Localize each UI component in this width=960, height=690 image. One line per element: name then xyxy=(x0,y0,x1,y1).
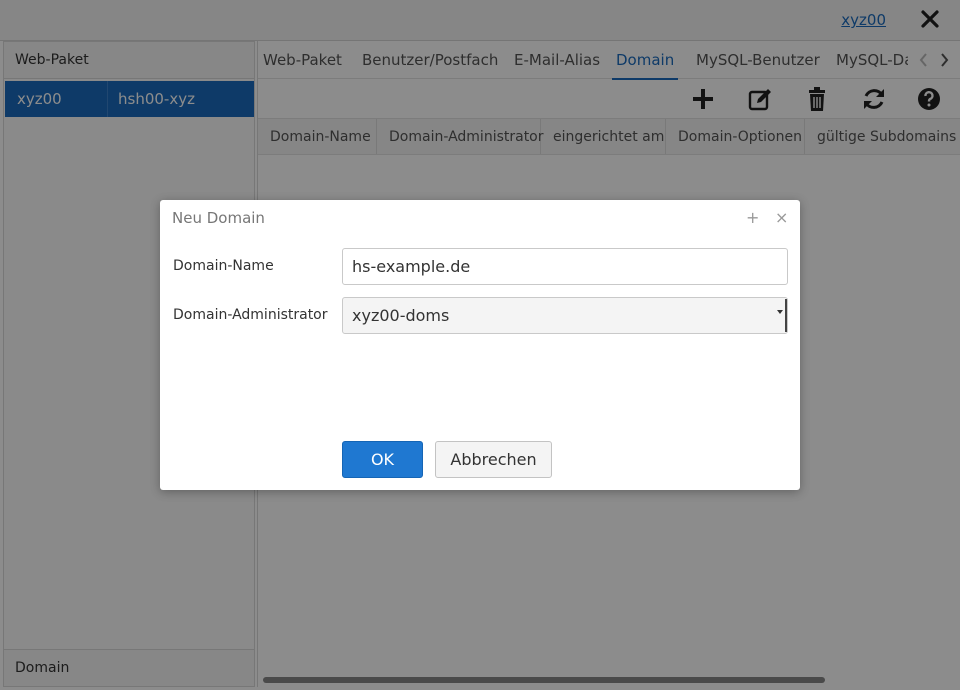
domain-name-label: Domain-Name xyxy=(173,258,274,274)
domain-administrator-select[interactable]: xyz00-doms xyxy=(342,297,788,334)
domain-administrator-value: xyz00-doms xyxy=(352,306,450,325)
maximize-icon[interactable]: + xyxy=(746,208,759,227)
domain-name-input[interactable]: hs-example.de xyxy=(342,248,788,285)
ok-button[interactable]: OK xyxy=(342,441,423,478)
dialog-title: Neu Domain xyxy=(172,209,265,227)
select-edge xyxy=(784,299,787,332)
new-domain-dialog: Neu Domain + × Domain-Name hs-example.de… xyxy=(160,200,800,490)
caret-down-icon xyxy=(777,310,783,314)
domain-administrator-label: Domain-Administrator xyxy=(173,307,328,323)
dialog-close-icon[interactable]: × xyxy=(775,208,788,227)
cancel-button[interactable]: Abbrechen xyxy=(435,441,552,478)
